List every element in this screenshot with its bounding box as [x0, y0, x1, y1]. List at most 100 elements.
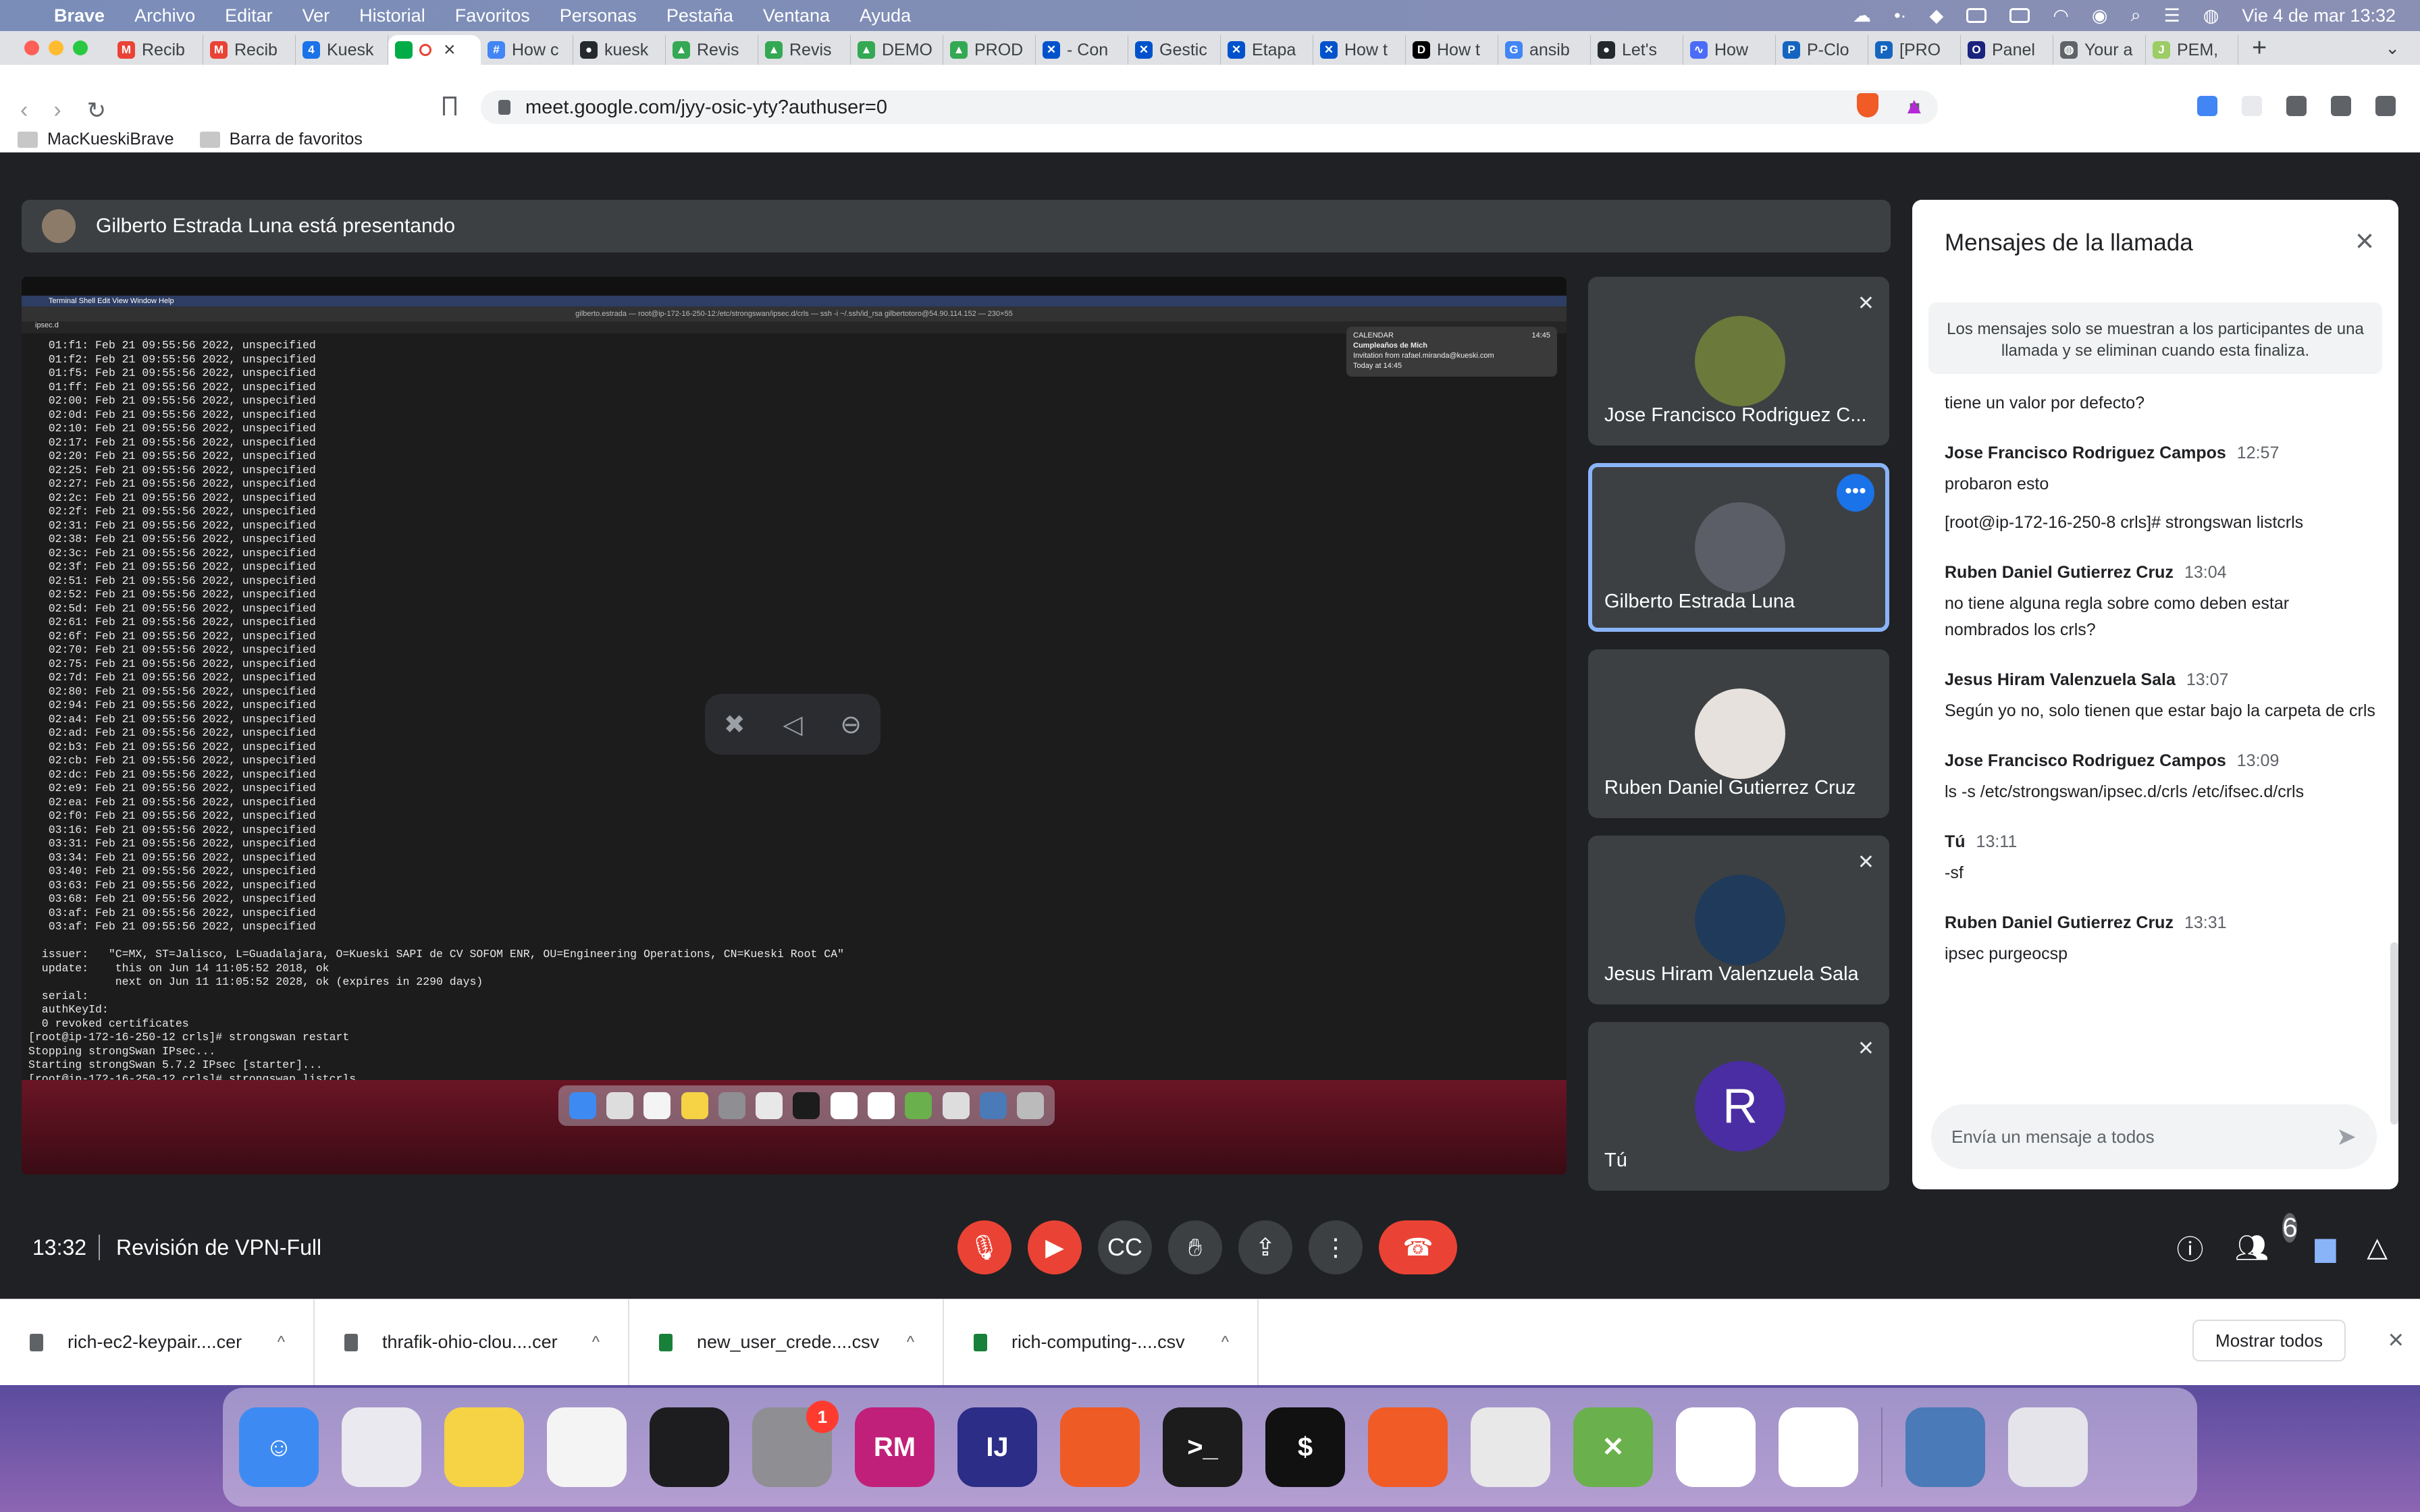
send-icon[interactable]: ➤	[2336, 1123, 2357, 1151]
present-button[interactable]: ⇪	[1238, 1220, 1292, 1274]
browser-tab[interactable]: Gansib	[1498, 35, 1591, 65]
browser-tab[interactable]: M Recib	[203, 35, 296, 65]
chevron-up-icon[interactable]: ^	[907, 1333, 914, 1352]
intellij-icon[interactable]: IJ	[957, 1407, 1037, 1487]
wifi-icon[interactable]: ◠	[2053, 5, 2069, 26]
close-tab-icon[interactable]: ×	[444, 38, 456, 61]
chevron-up-icon[interactable]: ^	[1221, 1333, 1229, 1352]
chevron-up-icon[interactable]: ^	[592, 1333, 600, 1352]
download-item[interactable]: thrafik-ohio-clou....cer ^	[315, 1299, 629, 1386]
browser-tab[interactable]: ∿ How	[1683, 35, 1776, 65]
microphone-button[interactable]: 🎙︎	[957, 1220, 1011, 1274]
window-minimize-button[interactable]	[49, 40, 63, 55]
camera-button[interactable]: ▶	[1028, 1220, 1082, 1274]
vscode-icon[interactable]	[1779, 1407, 1858, 1487]
browser-tab[interactable]: ×	[388, 35, 481, 65]
battery-icon[interactable]	[2009, 8, 2030, 23]
browser-tab[interactable]: ✕ Gestic	[1128, 35, 1221, 65]
menu-ayuda[interactable]: Ayuda	[860, 5, 911, 26]
download-item[interactable]: rich-computing-....csv ^	[944, 1299, 1259, 1386]
menu-pestana[interactable]: Pestaña	[666, 5, 733, 26]
terminal-icon[interactable]: >_	[1163, 1407, 1242, 1487]
siri-icon[interactable]: ◍	[2203, 5, 2219, 26]
download-item[interactable]: rich-ec2-keypair....cer ^	[0, 1299, 315, 1386]
brave-icon[interactable]	[1368, 1407, 1448, 1487]
browser-tab[interactable]: P P-Clo	[1776, 35, 1868, 65]
chevron-up-icon[interactable]: ^	[278, 1333, 285, 1352]
launchpad-icon[interactable]	[342, 1407, 421, 1487]
download-item[interactable]: new_user_crede....csv ^	[629, 1299, 944, 1386]
browser-tab[interactable]: ▲ Revis	[666, 35, 758, 65]
browser-tab[interactable]: # How c	[481, 35, 573, 65]
browser-tab[interactable]: ✕ - Con	[1036, 35, 1128, 65]
control-center-icon[interactable]: ☰	[2164, 5, 2180, 26]
browser-tab[interactable]: ▲ PROD	[943, 35, 1036, 65]
shield-status-icon[interactable]: ◆	[1930, 5, 1944, 26]
reminders-icon[interactable]	[547, 1407, 627, 1487]
trash-icon[interactable]	[2008, 1407, 2088, 1487]
chat-input[interactable]: Envía un mensaje a todos ➤	[1931, 1104, 2377, 1169]
unpin-icon[interactable]: ✖	[724, 709, 745, 740]
finder-icon[interactable]: ☺	[239, 1407, 319, 1487]
new-tab-button[interactable]: +	[2252, 34, 2267, 63]
menu-editar[interactable]: Editar	[225, 5, 273, 26]
brave-rewards-icon[interactable]: ▲	[1903, 93, 1926, 119]
show-all-button[interactable]: Mostrar todos	[2192, 1320, 2346, 1361]
lock-icon[interactable]	[498, 100, 510, 115]
xmind-icon[interactable]: ✕	[1573, 1407, 1653, 1487]
menu-hamburger-icon[interactable]	[2375, 96, 2396, 116]
reload-button[interactable]: ↻	[87, 97, 107, 124]
preview-icon[interactable]	[1905, 1407, 1985, 1487]
browser-tab[interactable]: ▲ Revis	[758, 35, 851, 65]
forward-button[interactable]: ›	[53, 97, 61, 124]
browser-tab[interactable]: O Panel	[1961, 35, 2053, 65]
tab-search-chevron-icon[interactable]: ⌄	[2385, 38, 2400, 59]
puzzle-extensions-icon[interactable]	[2286, 96, 2307, 116]
rubymine-icon[interactable]: RM	[855, 1407, 935, 1487]
keyboard-status-icon[interactable]	[1966, 8, 1987, 23]
bookmark-folder-mackueskibrave[interactable]: MacKueskiBrave	[18, 130, 174, 149]
back-button[interactable]: ‹	[20, 97, 28, 124]
activities-icon[interactable]: △	[2367, 1232, 2388, 1263]
info-icon[interactable]: ⓘ	[2176, 1228, 2203, 1267]
participant-tile[interactable]: ✕ Jesus Hiram Valenzuela Sala	[1588, 836, 1889, 1004]
chat-icon[interactable]: ▆	[2315, 1232, 2336, 1263]
menu-historial[interactable]: Historial	[359, 5, 425, 26]
wallet-icon[interactable]	[2331, 96, 2351, 116]
spotlight-search-icon[interactable]: ⌕	[2130, 5, 2140, 26]
browser-tab[interactable]: ✕ Etapa	[1221, 35, 1313, 65]
browser-tab[interactable]: D How t	[1406, 35, 1498, 65]
iterm-icon[interactable]: $	[1265, 1407, 1345, 1487]
url-text[interactable]: meet.google.com/jyy-osic-yty?authuser=0	[525, 97, 887, 119]
browser-tab[interactable]: M Recib	[111, 35, 203, 65]
b-extension-icon[interactable]	[2242, 96, 2262, 116]
browser-tab[interactable]: ● kuesk	[573, 35, 666, 65]
menu-personas[interactable]: Personas	[560, 5, 637, 26]
participant-tile-self[interactable]: ✕ R Tú	[1588, 1022, 1889, 1191]
leave-call-button[interactable]: ☎︎	[1379, 1220, 1457, 1274]
browser-tab[interactable]: ✕ How t	[1313, 35, 1406, 65]
captions-button[interactable]: CC	[1098, 1220, 1152, 1274]
more-options-button[interactable]: •••	[1837, 474, 1874, 512]
browser-tab[interactable]: 4 Kuesk	[296, 35, 388, 65]
participant-tile[interactable]: Ruben Daniel Gutierrez Cruz	[1588, 649, 1889, 818]
mute-volume-icon[interactable]: ◁	[783, 709, 802, 740]
slack-icon[interactable]	[1676, 1407, 1756, 1487]
participant-tile[interactable]: ✕ Jose Francisco Rodriguez C...	[1588, 277, 1889, 446]
browser-tab[interactable]: P [PRO	[1868, 35, 1961, 65]
system-preferences-icon[interactable]: 1	[752, 1401, 839, 1487]
postman-icon[interactable]	[1060, 1407, 1140, 1487]
participant-tile-active[interactable]: ••• Gilberto Estrada Luna	[1588, 463, 1889, 632]
close-chat-icon[interactable]: ×	[2355, 223, 2374, 260]
browser-tab[interactable]: J PEM,	[2146, 35, 2238, 65]
more-options-button[interactable]: ⋮	[1309, 1220, 1363, 1274]
chrome-icon[interactable]	[1471, 1407, 1550, 1487]
close-downloads-icon[interactable]: ×	[2388, 1325, 2404, 1355]
menu-ventana[interactable]: Ventana	[763, 5, 830, 26]
cloud-status-icon[interactable]: ☁	[1853, 5, 1871, 26]
bookmark-page-icon[interactable]	[443, 97, 456, 115]
people-icon[interactable]: 👥︎6	[2234, 1212, 2298, 1264]
window-close-button[interactable]	[24, 40, 39, 55]
menu-archivo[interactable]: Archivo	[134, 5, 195, 26]
remove-icon[interactable]: ⊖	[840, 709, 862, 740]
